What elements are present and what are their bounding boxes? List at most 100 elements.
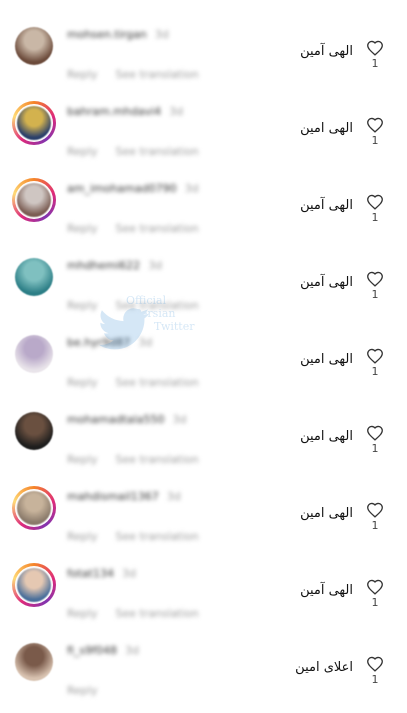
like-count: 1 (371, 365, 379, 378)
avatar[interactable] (12, 640, 56, 684)
see-translation-button[interactable]: See translation (115, 145, 198, 158)
avatar[interactable] (12, 24, 56, 68)
heart-icon (367, 348, 383, 364)
avatar-image (15, 27, 53, 65)
comment-item: fi_s9f048 3d Reply اعلای امین 1 (0, 636, 407, 713)
like-button[interactable]: 1 (365, 271, 385, 301)
reply-button[interactable]: Reply (67, 453, 97, 466)
like-button[interactable]: 1 (365, 579, 385, 609)
comment-actions: Reply (67, 684, 133, 697)
heart-icon (367, 579, 383, 595)
comment-time: 3d (154, 28, 169, 41)
avatar[interactable] (12, 178, 56, 222)
reply-button[interactable]: Reply (67, 222, 97, 235)
reply-button[interactable]: Reply (67, 607, 97, 620)
avatar-image (15, 258, 53, 296)
comment-time: 3d (148, 259, 163, 272)
see-translation-button[interactable]: See translation (115, 68, 198, 81)
avatar-image (17, 106, 51, 140)
avatar[interactable] (12, 563, 56, 607)
username[interactable]: fi_s9f048 3d (67, 644, 139, 657)
avatar[interactable] (12, 101, 56, 145)
comment-text: اعلای امین (295, 660, 353, 675)
see-translation-button[interactable]: See translation (115, 530, 198, 543)
username[interactable]: am_imohamad0790 3d (67, 182, 199, 195)
avatar[interactable] (12, 332, 56, 376)
see-translation-button[interactable]: See translation (115, 222, 198, 235)
like-button[interactable]: 1 (365, 348, 385, 378)
username-text: bahram.mhdavi4 (67, 105, 162, 118)
avatar[interactable] (12, 486, 56, 530)
see-translation-button[interactable]: See translation (115, 607, 198, 620)
comment-text: الهی امین (300, 121, 353, 136)
heart-icon (367, 117, 383, 133)
comment-actions: Reply See translation (67, 530, 217, 543)
avatar[interactable] (12, 409, 56, 453)
like-count: 1 (371, 673, 379, 686)
reply-button[interactable]: Reply (67, 299, 97, 312)
comment-item: mohsen.tirgan 3d Reply See translation الهی … (0, 20, 407, 97)
like-count: 1 (371, 519, 379, 532)
avatar-image (17, 491, 51, 525)
heart-icon (367, 40, 383, 56)
like-button[interactable]: 1 (365, 425, 385, 455)
like-button[interactable]: 1 (365, 117, 385, 147)
comment-time: 3d (166, 490, 181, 503)
watermark: Official Persian Twitter (96, 294, 206, 364)
like-count: 1 (371, 596, 379, 609)
heart-icon (367, 271, 383, 287)
comment-text: الهی آمین (300, 583, 353, 598)
comment-actions: Reply See translation (67, 68, 217, 81)
comment-actions: Reply See translation (67, 222, 217, 235)
see-translation-button[interactable]: See translation (115, 453, 198, 466)
watermark-line2: Persian (134, 307, 176, 320)
like-count: 1 (371, 211, 379, 224)
username-text: mohsen.tirgan (67, 28, 147, 41)
watermark-line3: Twitter (154, 320, 195, 333)
comment-text: الهی امین (300, 429, 353, 444)
comment-text: الهی آمین (300, 275, 353, 290)
comment-time: 3d (172, 413, 187, 426)
like-count: 1 (371, 288, 379, 301)
comment-item: bahram.mhdavi4 3d Reply See translation الهی… (0, 97, 407, 174)
avatar[interactable] (12, 255, 56, 299)
like-button[interactable]: 1 (365, 40, 385, 70)
comment-time: 3d (125, 644, 140, 657)
comment-text: الهی آمین (300, 44, 353, 59)
watermark-text: Official Persian Twitter (126, 294, 195, 333)
username[interactable]: bahram.mhdavi4 3d (67, 105, 183, 118)
like-button[interactable]: 1 (365, 656, 385, 686)
comment-item: am_imohamad0790 3d Reply See translation اله… (0, 174, 407, 251)
like-count: 1 (371, 442, 379, 455)
reply-button[interactable]: Reply (67, 145, 97, 158)
like-button[interactable]: 1 (365, 194, 385, 224)
username[interactable]: mhdhemi622 3d (67, 259, 162, 272)
comment-time: 3d (121, 567, 136, 580)
comment-item: fotat134 3d Reply See translation الهی آمین 1 (0, 559, 407, 636)
username-text: mhdhemi622 (67, 259, 141, 272)
see-translation-button[interactable]: See translation (115, 376, 198, 389)
username-text: fi_s9f048 (67, 644, 118, 657)
reply-button[interactable]: Reply (67, 530, 97, 543)
comment-time: 3d (184, 182, 199, 195)
username[interactable]: fotat134 3d (67, 567, 136, 580)
comment-actions: Reply See translation (67, 453, 217, 466)
watermark-line1: Official (126, 294, 167, 307)
comment-actions: Reply See translation (67, 145, 217, 158)
comment-actions: Reply See translation (67, 376, 217, 389)
reply-button[interactable]: Reply (67, 376, 97, 389)
like-button[interactable]: 1 (365, 502, 385, 532)
username-text: am_imohamad0790 (67, 182, 177, 195)
reply-button[interactable]: Reply (67, 68, 97, 81)
avatar-image (15, 412, 53, 450)
reply-button[interactable]: Reply (67, 684, 97, 697)
username[interactable]: mohamadtala550 3d (67, 413, 186, 426)
username[interactable]: mohsen.tirgan 3d (67, 28, 169, 41)
username-text: mohamadtala550 (67, 413, 165, 426)
comment-text: الهی آمین (300, 198, 353, 213)
heart-icon (367, 502, 383, 518)
heart-icon (367, 656, 383, 672)
avatar-image (15, 335, 53, 373)
username[interactable]: mahdismail1367 3d (67, 490, 181, 503)
comment-actions: Reply See translation (67, 607, 217, 620)
